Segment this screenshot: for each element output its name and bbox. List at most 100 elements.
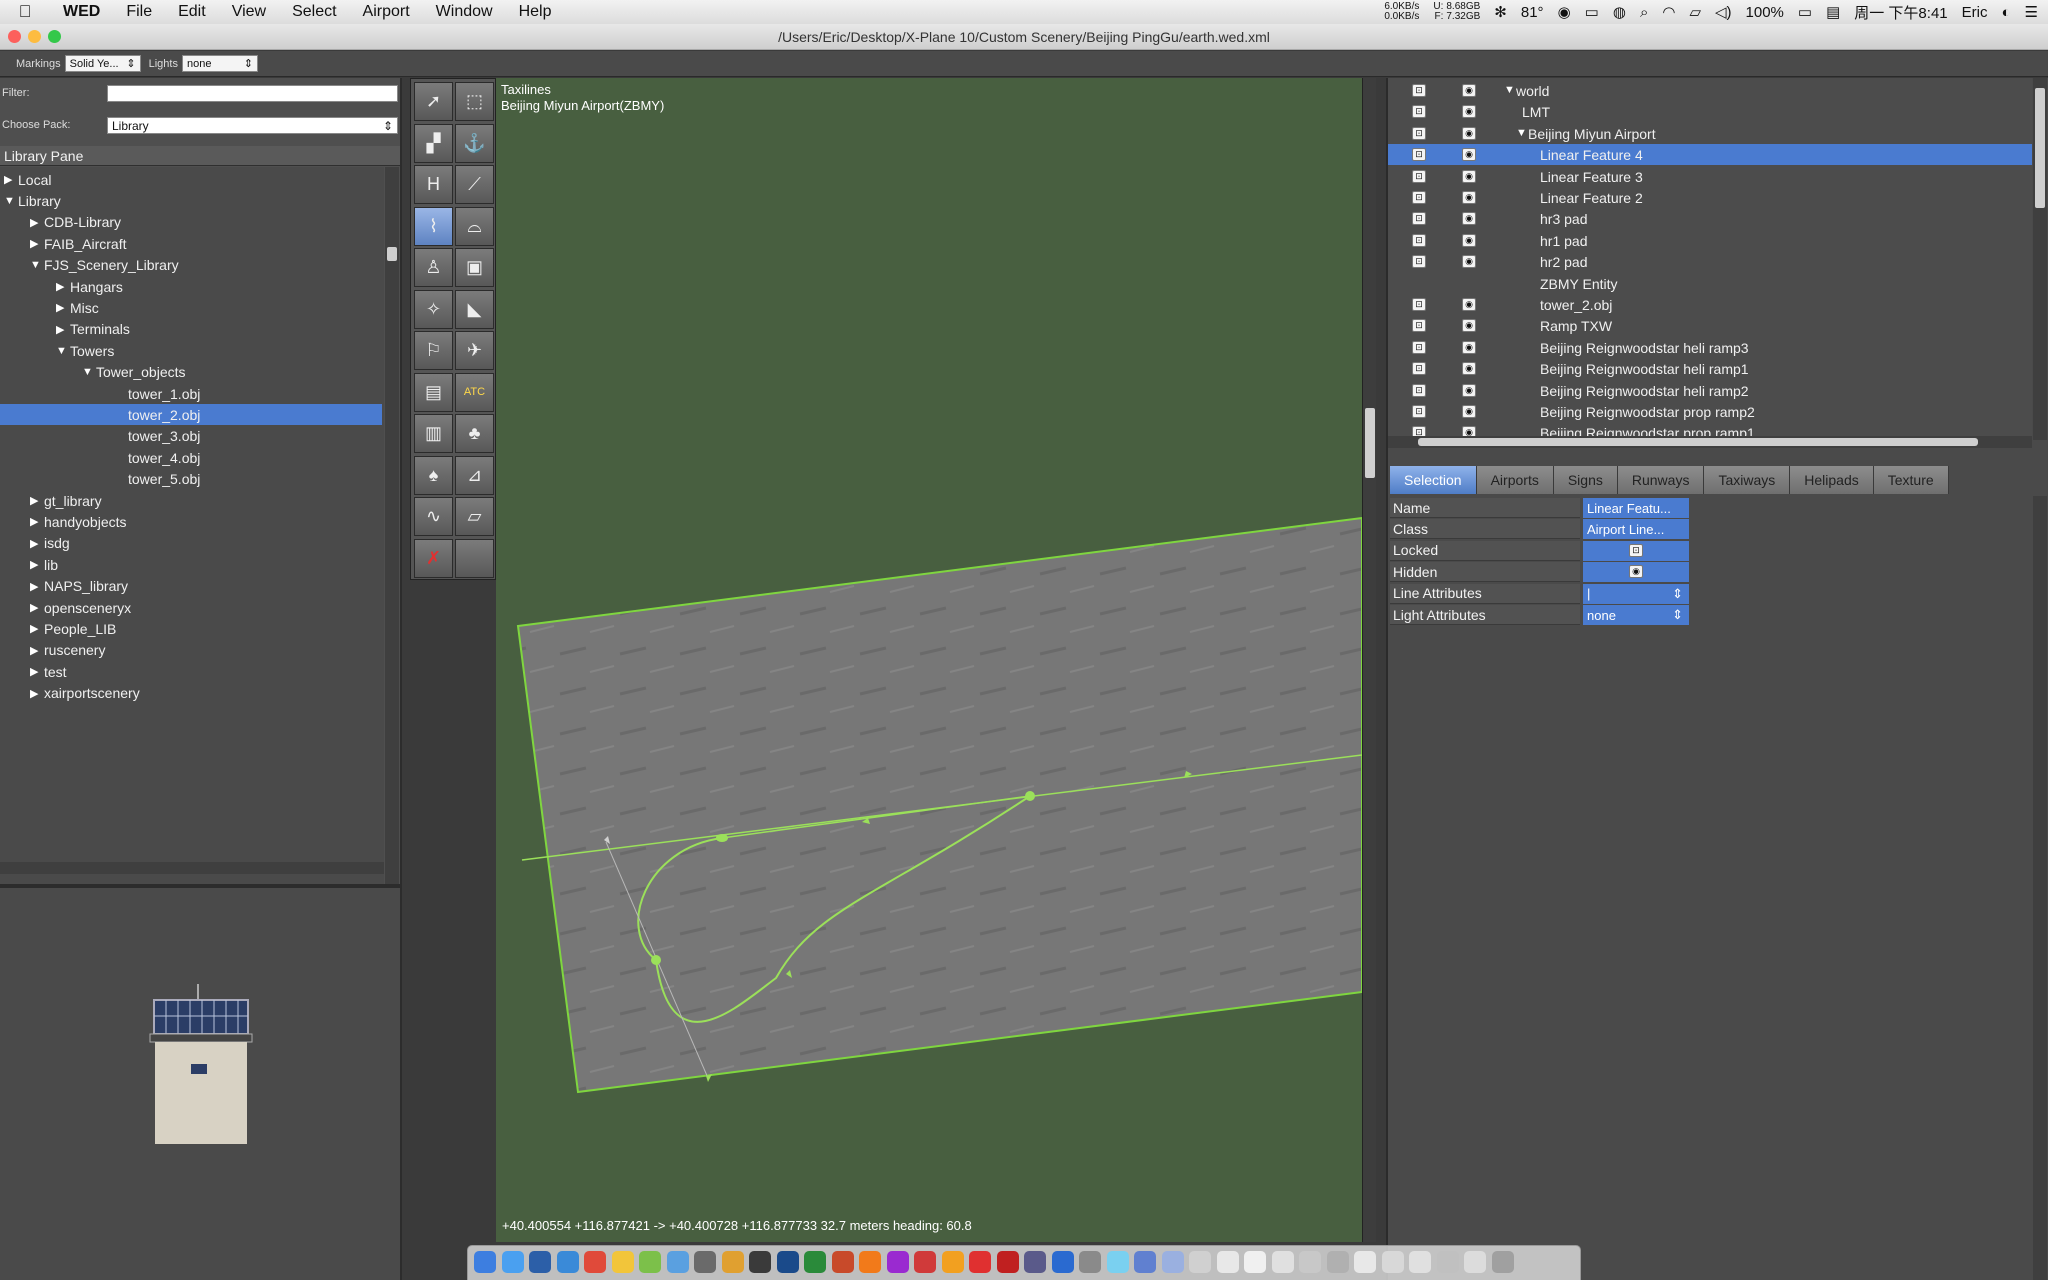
hierarchy-item[interactable]: ⊡ ◉ tower_2.obj (1388, 294, 2032, 315)
eye-icon[interactable]: ◉ (1462, 233, 1476, 247)
marquee-arrow-icon[interactable]: ➚ (414, 82, 453, 121)
dock-app-icon[interactable] (694, 1251, 716, 1273)
property-value[interactable]: ⊡ (1583, 540, 1689, 561)
hierarchy-item[interactable]: ⊡ ◉ Linear Feature 3 (1388, 166, 2032, 187)
eye-icon[interactable]: ◉ (1462, 255, 1476, 269)
dock-app-icon[interactable] (639, 1251, 661, 1273)
library-vertical-scrollbar[interactable] (385, 167, 399, 939)
dock-app-icon[interactable] (1024, 1251, 1046, 1273)
disclosure-closed-icon[interactable]: ▶ (56, 280, 70, 293)
disclosure-closed-icon[interactable]: ▶ (56, 301, 70, 314)
lock-icon[interactable]: ⊡ (1412, 383, 1426, 397)
temperature[interactable]: 81° (1521, 4, 1544, 21)
blank-tool-icon[interactable] (455, 538, 494, 578)
hierarchy-item[interactable]: ⊡ ◉ hr2 pad (1388, 251, 2032, 272)
volume-icon[interactable]: ◁) (1715, 3, 1732, 21)
lock-icon[interactable]: ⊡ (1412, 148, 1426, 162)
dock-app-icon[interactable] (666, 1251, 689, 1273)
library-tree-item[interactable]: tower_1.obj (0, 383, 382, 404)
runway-icon[interactable]: ▞ (414, 123, 453, 163)
map-view[interactable]: Taxilines Beijing Miyun Airport(ZBMY) +4… (496, 78, 1362, 1242)
dock-app-icon[interactable] (1299, 1251, 1321, 1273)
dock-app-icon[interactable] (996, 1251, 1019, 1273)
disclosure-closed-icon[interactable]: ▶ (30, 537, 44, 550)
dock-app-icon[interactable] (1134, 1251, 1156, 1273)
eye-icon[interactable]: ◉ (1462, 148, 1476, 162)
taxiway-icon[interactable]: ⟋ (455, 165, 494, 204)
eye-icon[interactable]: ◉ (1462, 405, 1476, 418)
dock-app-icon[interactable] (886, 1251, 909, 1273)
dock-app-icon[interactable] (1354, 1251, 1376, 1273)
disclosure-open-icon[interactable]: ▼ (30, 259, 44, 271)
hierarchy-item[interactable]: ZBMY Entity (1388, 273, 2032, 294)
library-tree-item[interactable]: ▼ Library (0, 190, 382, 211)
dock-app-icon[interactable] (1051, 1251, 1074, 1273)
library-tree-item[interactable]: ▶ People_LIB (0, 618, 382, 639)
dock-app-icon[interactable] (584, 1251, 606, 1273)
hierarchy-item[interactable]: ⊡ ◉ Beijing Reignwoodstar heli ramp1 (1388, 358, 2032, 379)
disclosure-closed-icon[interactable]: ▶ (30, 494, 44, 507)
disclosure-closed-icon[interactable]: ▶ (56, 323, 70, 336)
eye-icon[interactable]: ◉ (1462, 84, 1476, 97)
disclosure-open-icon[interactable]: ▼ (56, 345, 70, 357)
tab-texture[interactable]: Texture (1873, 466, 1949, 494)
eye-icon[interactable]: ◉ (1462, 169, 1476, 183)
dock-app-icon[interactable] (804, 1251, 826, 1273)
dock-app-icon[interactable] (1436, 1251, 1459, 1273)
dock-app-icon[interactable] (859, 1251, 881, 1273)
tab-signs[interactable]: Signs (1553, 466, 1618, 494)
dock-app-icon[interactable] (914, 1251, 936, 1273)
scroll-thumb[interactable] (1365, 408, 1375, 478)
lock-icon[interactable]: ⊡ (1412, 340, 1426, 354)
property-value[interactable]: Linear Featu... (1583, 498, 1689, 518)
beacon-icon[interactable]: ♙ (414, 248, 453, 287)
hierarchy-item[interactable]: ⊡ ◉ ▼ Beijing Miyun Airport (1388, 123, 2032, 144)
tower-viewpoint-icon[interactable]: ⚐ (414, 331, 453, 370)
wechat-icon[interactable]: ◍ (1613, 3, 1626, 21)
property-value[interactable]: ◉ (1583, 562, 1689, 583)
draped-polygon-icon[interactable]: ▱ (455, 497, 494, 536)
dock-app-icon[interactable] (474, 1251, 496, 1273)
dock-app-icon[interactable] (1271, 1251, 1294, 1273)
lock-icon[interactable]: ⊡ (1412, 255, 1426, 269)
taxiline-icon[interactable]: ⌇ (414, 206, 453, 246)
clock[interactable]: 周一 下午8:41 (1854, 2, 1947, 23)
line-icon[interactable]: ∿ (414, 497, 453, 536)
eye-icon[interactable]: ◉ (1462, 298, 1476, 311)
disclosure-closed-icon[interactable]: ▶ (30, 515, 44, 528)
library-horizontal-scrollbar[interactable] (0, 862, 384, 874)
library-tree-item[interactable]: tower_3.obj (0, 426, 382, 447)
eye-icon[interactable]: ◉ (1629, 565, 1643, 579)
dock-app-icon[interactable] (749, 1251, 771, 1273)
library-tree-item[interactable]: ▶ Hangars (0, 276, 382, 297)
lock-icon[interactable]: ⊡ (1412, 191, 1426, 204)
dock-app-icon[interactable] (1381, 1251, 1404, 1273)
menu-view[interactable]: View (219, 3, 279, 21)
lock-icon[interactable]: ⊡ (1412, 105, 1426, 119)
eye-icon[interactable]: ◉ (1462, 383, 1476, 397)
hierarchy-vertical-scrollbar[interactable] (2033, 78, 2047, 440)
menu-airport[interactable]: Airport (350, 3, 423, 21)
tab-airports[interactable]: Airports (1476, 466, 1554, 494)
network-monitor[interactable]: 6.0KB/s 0.0KB/s (1384, 2, 1419, 22)
ramp-start-icon[interactable]: ✈ (455, 331, 494, 370)
dock-app-icon[interactable] (941, 1251, 964, 1273)
eye-icon[interactable]: ◉ (1462, 191, 1476, 204)
airplay-icon[interactable]: ▱ (1689, 3, 1701, 21)
dock-app-icon[interactable] (969, 1251, 991, 1273)
dock-app-icon[interactable] (1491, 1251, 1514, 1273)
filter-input[interactable] (107, 85, 398, 102)
lock-icon[interactable]: ⊡ (1412, 233, 1426, 247)
disclosure-closed-icon[interactable]: ▶ (30, 601, 44, 614)
memory-monitor[interactable]: U: F: 8.68GB 7.32GB (1433, 2, 1480, 22)
hierarchy-item[interactable]: ⊡ ◉ ▼ world (1388, 80, 2032, 101)
sign-icon[interactable]: ▣ (455, 248, 494, 287)
menu-file[interactable]: File (113, 3, 165, 21)
apron-polygon[interactable] (516, 516, 1362, 1094)
input-flag-icon[interactable]: ▤ (1826, 3, 1840, 21)
dock-app-icon[interactable] (611, 1251, 634, 1273)
notification-center-icon[interactable]: ☰ (2025, 3, 2038, 21)
dock-app-icon[interactable] (1244, 1251, 1266, 1273)
menu-select[interactable]: Select (279, 3, 349, 21)
lock-icon[interactable]: ⊡ (1412, 169, 1426, 183)
